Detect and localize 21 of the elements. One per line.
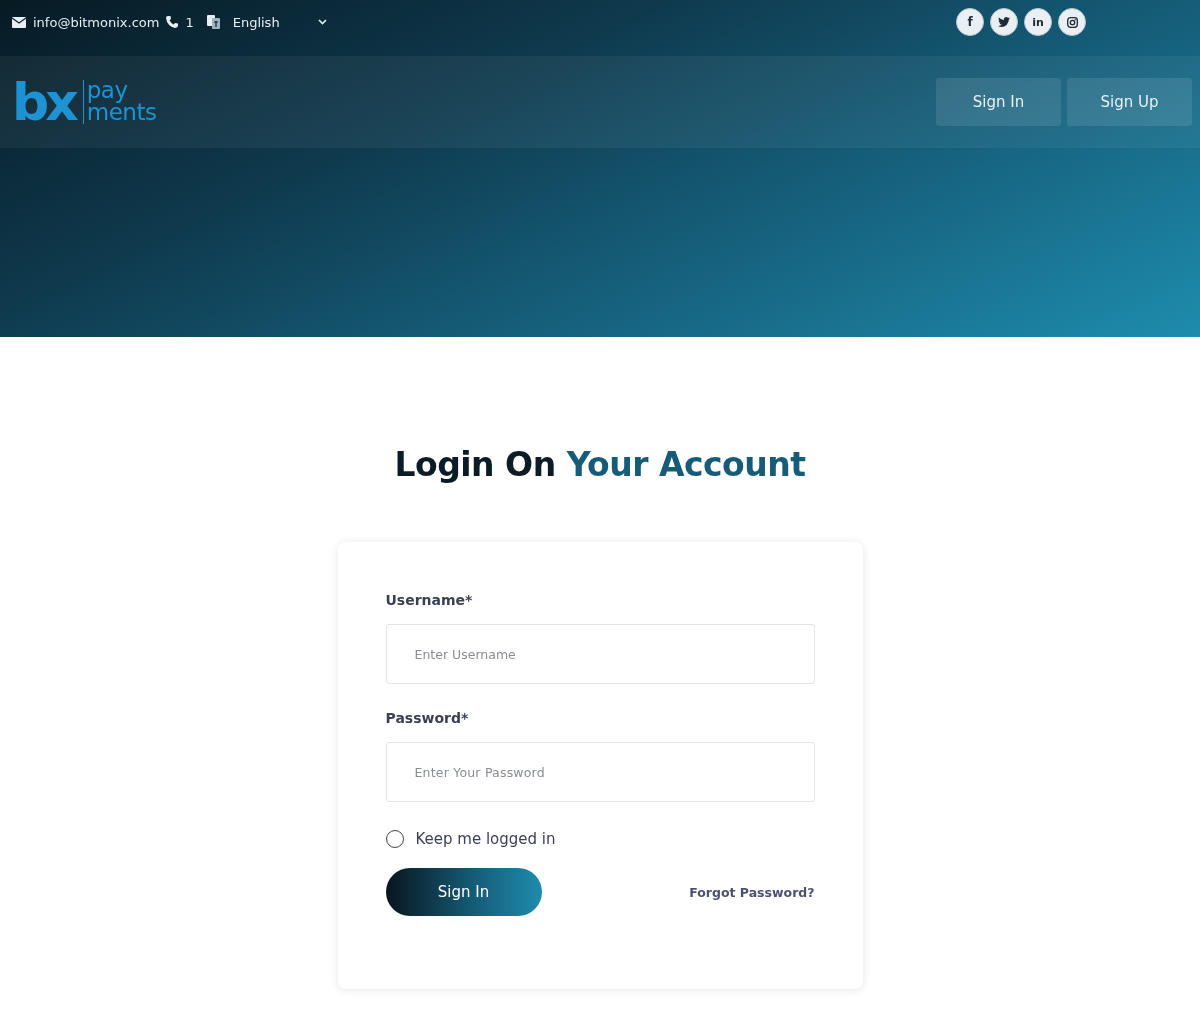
translate-icon [206,15,220,29]
input-field[interactable]: Enter Username [385,624,815,684]
phone-text[interactable]: 1 [185,14,194,30]
facebook-icon[interactable]: f [956,8,984,36]
instagram-icon[interactable] [1058,8,1086,36]
twitter-icon[interactable] [990,8,1018,36]
field-label: Username* [385,592,474,608]
language-select[interactable]: English [226,14,327,30]
nav-button[interactable]: Sign Up [1067,78,1192,126]
sign-in-button[interactable]: Sign In [385,868,542,916]
chevron-down-icon [317,19,327,25]
input-field[interactable]: Enter Your Password [385,742,815,802]
nav-button[interactable]: Sign In [936,78,1061,126]
linkedin-icon[interactable]: in [1024,8,1052,36]
phone-icon [166,16,179,28]
field-label: Password* [385,710,470,726]
checkbox-label: Keep me logged in [415,830,556,848]
forgot-password-link[interactable]: Forgot Password? [689,884,815,900]
envelope-icon [12,16,26,28]
page-heading: Login On Your Account [394,445,806,484]
email-text[interactable]: info@bitmonix.com [33,14,160,30]
